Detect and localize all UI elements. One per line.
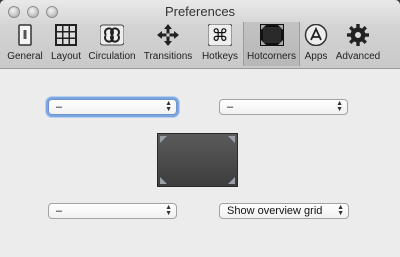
window-toolbar: Preferences General Layout Circulation T… <box>0 0 400 69</box>
top-right-corner-marker <box>228 136 235 143</box>
tab-hotkeys[interactable]: ⌘ Hotkeys <box>198 22 242 66</box>
tab-advanced-label: Advanced <box>335 51 381 62</box>
select-arrows-icon: ▲ ▼ <box>337 204 344 217</box>
bottom-right-corner-value: Show overview grid <box>227 205 323 217</box>
tab-apps[interactable]: Apps <box>302 22 330 66</box>
bottom-left-corner-value: – <box>56 205 63 217</box>
tab-general-label: General <box>7 51 43 62</box>
window-title: Preferences <box>164 4 236 19</box>
bottom-right-corner-marker <box>228 177 235 184</box>
screen-corners-icon <box>259 24 284 46</box>
select-arrows-icon: ▲ ▼ <box>165 100 172 113</box>
tab-advanced[interactable]: Advanced <box>333 22 383 66</box>
tab-apps-label: Apps <box>304 51 328 62</box>
hotcorners-pane: – ▲ ▼ – ▲ ▼ – ▲ ▼ Show overview grid ▲ ▼ <box>0 69 400 257</box>
gear-icon <box>347 24 369 46</box>
top-right-corner-select[interactable]: – ▲ ▼ <box>219 99 348 115</box>
tab-layout-label: Layout <box>50 51 82 62</box>
grid-icon <box>55 24 77 46</box>
svg-text:⌘: ⌘ <box>212 26 229 46</box>
bottom-right-corner-select[interactable]: Show overview grid ▲ ▼ <box>219 203 349 219</box>
tab-hotkeys-label: Hotkeys <box>201 51 239 62</box>
bottom-left-corner-select[interactable]: – ▲ ▼ <box>48 203 177 219</box>
tab-transitions-label: Transitions <box>143 51 193 62</box>
preferences-window: Preferences General Layout Circulation T… <box>0 0 400 257</box>
top-left-corner-marker <box>160 136 167 143</box>
tab-hotcorners-label: Hotcorners <box>247 51 296 62</box>
tab-circulation-label: Circulation <box>88 51 136 62</box>
top-right-corner-value: – <box>227 101 234 113</box>
tab-general[interactable]: General <box>4 22 46 66</box>
screen-preview <box>157 133 238 187</box>
infinity-loop-icon <box>100 24 124 46</box>
select-arrows-icon: ▲ ▼ <box>336 100 343 113</box>
top-left-corner-value: – <box>56 101 63 113</box>
app-store-icon <box>304 24 328 46</box>
select-arrows-icon: ▲ ▼ <box>165 204 172 217</box>
switch-icon <box>18 24 32 46</box>
move-arrows-icon <box>157 24 179 46</box>
tab-layout[interactable]: Layout <box>47 22 85 66</box>
tab-transitions[interactable]: Transitions <box>140 22 196 66</box>
command-key-icon: ⌘ <box>208 24 232 46</box>
bottom-left-corner-marker <box>160 177 167 184</box>
tab-hotcorners[interactable]: Hotcorners <box>243 22 300 66</box>
tab-circulation[interactable]: Circulation <box>86 22 138 66</box>
top-left-corner-select[interactable]: – ▲ ▼ <box>48 99 177 115</box>
